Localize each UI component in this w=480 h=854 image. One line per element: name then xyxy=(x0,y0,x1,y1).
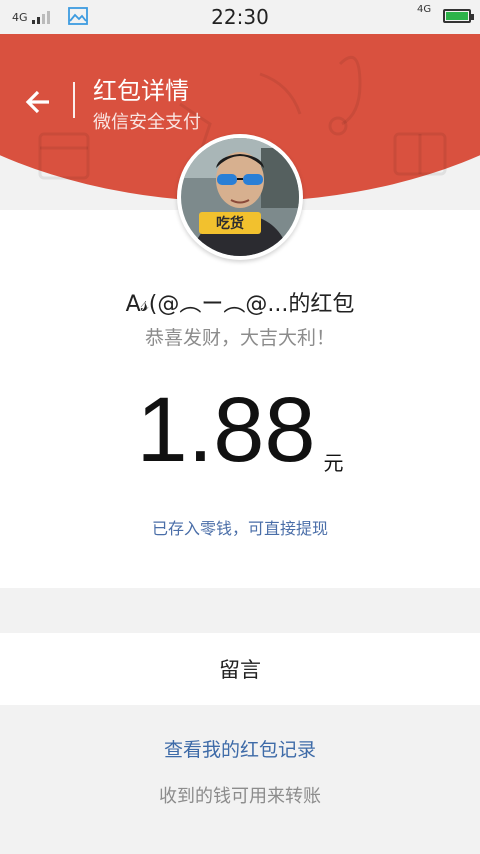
page-title: 红包详情 xyxy=(93,77,189,105)
svg-text:吃货: 吃货 xyxy=(216,215,244,232)
back-button[interactable] xyxy=(20,84,56,120)
sender-name: A𝓈(@︵ー︵@...的红包 xyxy=(125,292,355,317)
avatar[interactable]: 吃货 xyxy=(181,138,299,256)
clock: 22:30 xyxy=(211,5,269,29)
header-divider xyxy=(73,82,75,118)
battery-icon xyxy=(443,9,474,23)
status-bar: 4G 22:30 4G xyxy=(0,0,480,34)
view-records-link[interactable]: 查看我的红包记录 xyxy=(0,735,480,762)
amount-value: 1.88 xyxy=(136,379,316,481)
message-button[interactable]: 留言 xyxy=(0,633,480,705)
amount-unit: 元 xyxy=(323,451,344,475)
amount-display: 1.88 元 xyxy=(0,380,480,480)
footer-note: 收到的钱可用来转账 xyxy=(159,786,321,807)
arrow-left-icon xyxy=(25,90,49,114)
saved-to-balance-link[interactable]: 已存入零钱，可直接提现 xyxy=(0,515,480,539)
greeting-message: 恭喜发财，大吉大利！ xyxy=(144,327,335,349)
avatar-image: 吃货 xyxy=(181,138,299,256)
network-type-label-right: 4G xyxy=(417,4,432,15)
page-subtitle: 微信安全支付 xyxy=(93,112,201,133)
